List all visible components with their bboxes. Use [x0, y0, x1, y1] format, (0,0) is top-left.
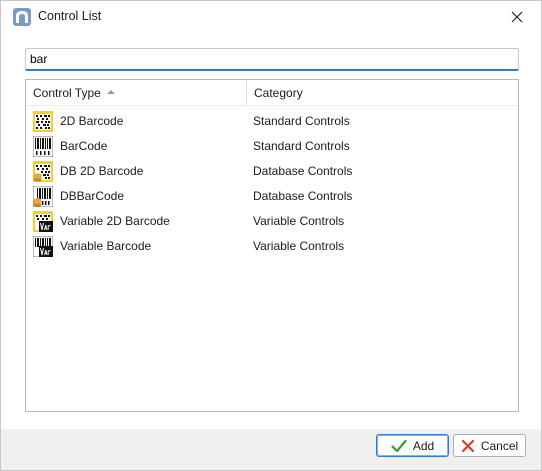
category-cell: Standard Controls	[253, 139, 350, 153]
variable-barcode-icon	[33, 236, 53, 257]
window-title: Control List	[38, 9, 102, 23]
cancel-x-icon	[461, 439, 474, 452]
control-list: Control Type Category 2D Barcode Standar…	[25, 79, 519, 412]
dialog-body: Control Type Category	[1, 33, 541, 429]
column-header-category[interactable]: Category	[247, 80, 518, 106]
add-button[interactable]: Add	[376, 434, 449, 457]
list-item[interactable]: Variable Barcode Variable Controls	[26, 234, 518, 259]
control-type-cell: Variable Barcode	[60, 239, 152, 253]
db-2d-barcode-icon	[33, 161, 53, 182]
control-type-cell: DBBarCode	[60, 189, 125, 203]
sort-ascending-icon	[106, 90, 115, 94]
control-type-cell: 2D Barcode	[60, 114, 124, 128]
column-header-control-type[interactable]: Control Type	[26, 80, 247, 106]
barcode-icon	[33, 136, 53, 157]
search-input[interactable]	[26, 49, 518, 69]
list-header: Control Type Category	[26, 80, 518, 106]
column-header-label: Category	[254, 86, 303, 100]
list-item[interactable]: Variable 2D Barcode Variable Controls	[26, 209, 518, 234]
category-cell: Standard Controls	[253, 114, 350, 128]
check-icon	[391, 439, 407, 452]
search-box	[25, 48, 519, 71]
list-item[interactable]: DBBarCode Database Controls	[26, 184, 518, 209]
title-bar: Control List	[1, 1, 541, 33]
category-cell: Variable Controls	[253, 239, 345, 253]
list-item[interactable]: BarCode Standard Controls	[26, 134, 518, 159]
list-item[interactable]: 2D Barcode Standard Controls	[26, 109, 518, 134]
control-type-cell: Variable 2D Barcode	[60, 214, 170, 228]
app-icon	[13, 8, 31, 26]
add-button-label: Add	[412, 438, 435, 453]
variable-2d-barcode-icon	[33, 211, 53, 232]
2d-barcode-icon	[33, 111, 53, 132]
category-cell: Variable Controls	[253, 214, 345, 228]
db-barcode-icon	[33, 186, 53, 207]
column-header-label: Control Type	[33, 86, 101, 100]
control-type-cell: DB 2D Barcode	[60, 164, 144, 178]
list-item[interactable]: DB 2D Barcode Database Controls	[26, 159, 518, 184]
category-cell: Database Controls	[253, 189, 353, 203]
close-icon	[511, 11, 523, 23]
dialog-footer: Add Cancel	[1, 429, 541, 470]
cancel-button-label: Cancel	[480, 438, 519, 453]
control-list-dialog: Control List Control Type Category	[0, 0, 542, 471]
cancel-button[interactable]: Cancel	[453, 434, 526, 457]
category-cell: Database Controls	[253, 164, 353, 178]
control-type-cell: BarCode	[60, 139, 108, 153]
close-button[interactable]	[497, 2, 537, 32]
